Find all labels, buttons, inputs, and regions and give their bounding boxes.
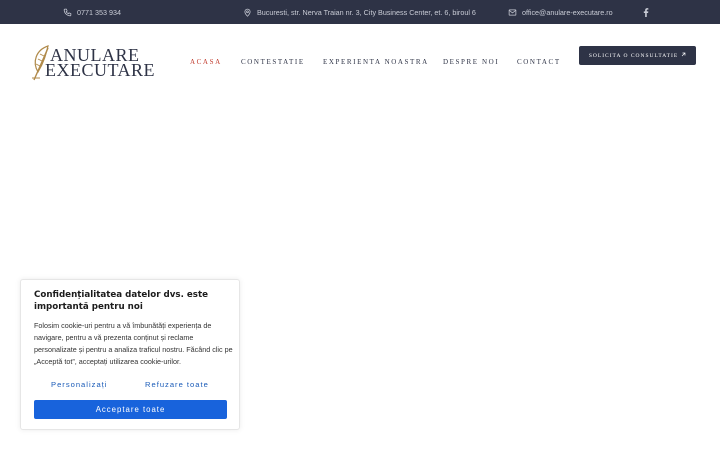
- facebook-link[interactable]: [643, 0, 649, 24]
- customize-button[interactable]: Personalizați: [51, 380, 107, 389]
- cookie-dialog-title: Confidențialitatea datelor dvs. este imp…: [34, 290, 209, 312]
- reject-all-button[interactable]: Refuzare toate: [145, 380, 209, 389]
- logo-line-executare: EXECUTARE: [45, 60, 156, 80]
- phone-number: 0771 353 934: [77, 7, 121, 17]
- address-contact: Bucuresti, str. Nerva Traian nr. 3, City…: [243, 0, 476, 24]
- phone-contact[interactable]: 0771 353 934: [63, 0, 121, 24]
- email-address: office@anulare-executare.ro: [522, 7, 613, 17]
- nav-link-acasa[interactable]: ACASA: [190, 58, 222, 66]
- nav-link-contact[interactable]: CONTACT: [517, 58, 561, 66]
- address-text: Bucuresti, str. Nerva Traian nr. 3, City…: [257, 7, 476, 17]
- site-logo[interactable]: ANULARE EXECUTARE: [30, 42, 156, 82]
- nav-item-experienta-noastra[interactable]: EXPERIENTA NOASTRA: [323, 24, 429, 100]
- email-contact[interactable]: office@anulare-executare.ro: [508, 0, 613, 24]
- consultation-button-label: SOLICITA O CONSULTATIE: [588, 52, 679, 59]
- cookie-dialog-text: Folosim cookie-uri pentru a vă îmbunătăț…: [34, 321, 233, 366]
- nav-item-contact[interactable]: CONTACT: [517, 24, 561, 100]
- facebook-icon: [643, 7, 649, 17]
- phone-icon: [63, 8, 72, 17]
- accept-all-button[interactable]: Acceptare toate: [34, 400, 227, 419]
- nav-link-despre-noi[interactable]: DESPRE NOI: [443, 58, 499, 66]
- site-header: ANULARE EXECUTARE ACASA CONTESTATIE EXPE…: [0, 24, 720, 100]
- envelope-icon: [508, 8, 517, 17]
- top-contact-bar: 0771 353 934 Bucuresti, str. Nerva Traia…: [0, 0, 720, 24]
- nav-item-contestatie[interactable]: CONTESTATIE: [241, 24, 305, 100]
- nav-item-despre-noi[interactable]: DESPRE NOI: [443, 24, 499, 100]
- consultation-button[interactable]: SOLICITA O CONSULTATIE: [579, 46, 696, 65]
- cookie-consent-dialog: Confidențialitatea datelor dvs. este imp…: [20, 279, 240, 430]
- arrow-up-right-icon: [681, 52, 686, 59]
- nav-link-experienta-noastra[interactable]: EXPERIENTA NOASTRA: [323, 58, 429, 66]
- location-pin-icon: [243, 8, 252, 17]
- nav-link-contestatie[interactable]: CONTESTATIE: [241, 58, 305, 66]
- nav-item-acasa[interactable]: ACASA: [190, 24, 222, 100]
